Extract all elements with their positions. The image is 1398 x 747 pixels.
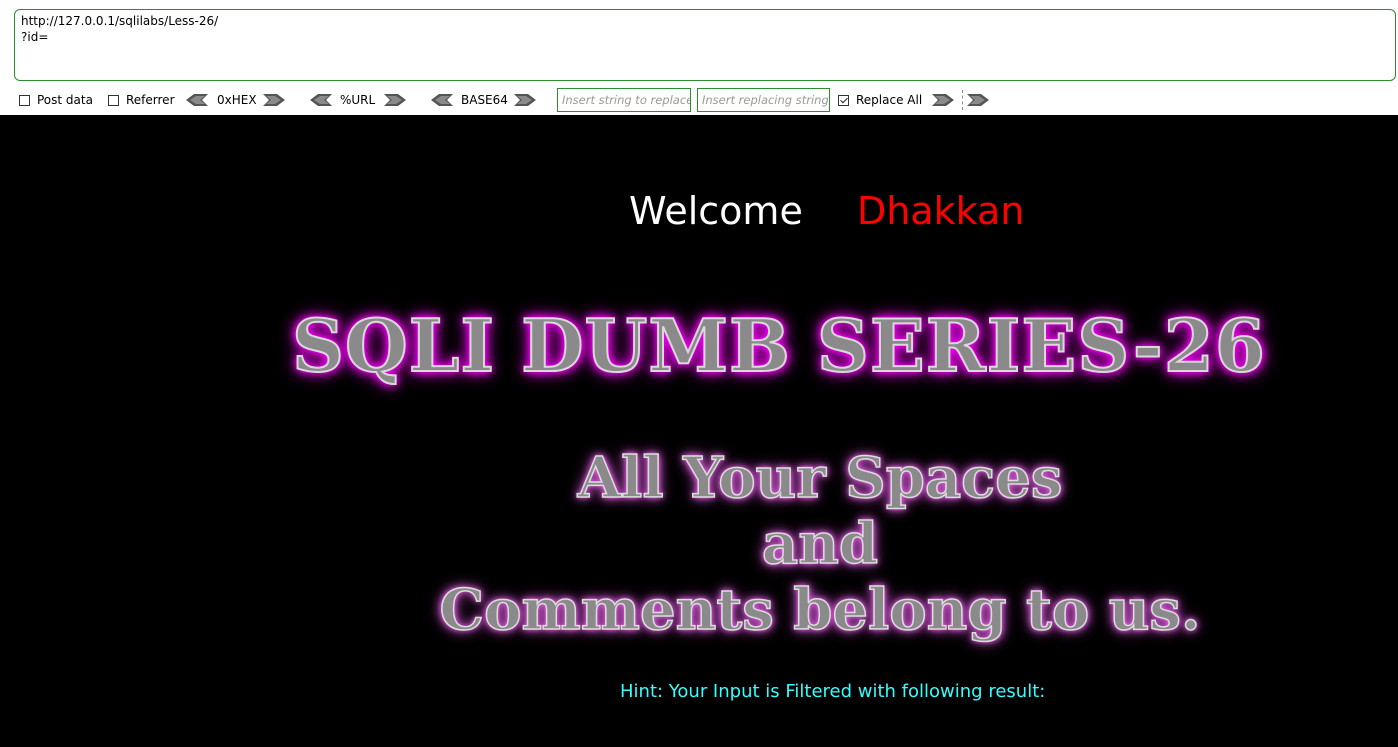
user-name-text: Dhakkan <box>857 189 1025 233</box>
hex-encode-left-arrow-icon[interactable] <box>186 93 208 107</box>
url-textarea[interactable]: http://127.0.0.1/sqlilabs/Less-26/ ?id= <box>14 9 1396 81</box>
replace-all-label: Replace All <box>856 93 923 107</box>
subtitle-block: All Your Spaces and Comments belong to u… <box>0 444 1398 644</box>
hackbar-toolbar: http://127.0.0.1/sqlilabs/Less-26/ ?id= … <box>0 0 1398 115</box>
replace-with-input[interactable]: Insert replacing string <box>697 88 830 112</box>
toolbar-divider <box>962 90 963 110</box>
base64-label: BASE64 <box>461 93 508 107</box>
url-line-1: http://127.0.0.1/sqlilabs/Less-26/ <box>21 14 219 28</box>
replace-all-toggle[interactable]: Replace All <box>838 88 922 112</box>
post-data-toggle[interactable]: Post data <box>19 88 93 112</box>
hint-text: Hint: Your Input is Filtered with follow… <box>620 681 1046 702</box>
options-row: Post data Referrer 0xHEX %URL BASE64 Ins… <box>0 88 1398 112</box>
execute-right-arrow-icon[interactable] <box>967 93 989 107</box>
welcome-text: Welcome <box>629 189 803 233</box>
subtitle-line-2: and <box>761 510 879 578</box>
referrer-checkbox[interactable] <box>108 94 119 106</box>
url-line-2: ?id= <box>21 30 49 44</box>
replace-search-input[interactable]: Insert string to replace <box>557 88 691 112</box>
series-title: SQLI DUMB SERIES-26 <box>291 302 1266 389</box>
url-label: %URL <box>340 93 376 107</box>
replace-right-arrow-icon[interactable] <box>932 93 954 107</box>
url-decode-right-arrow-icon[interactable] <box>384 93 406 107</box>
base64-decode-right-arrow-icon[interactable] <box>514 93 536 107</box>
post-data-checkbox[interactable] <box>19 94 30 106</box>
hex-decode-right-arrow-icon[interactable] <box>263 93 285 107</box>
url-encode-left-arrow-icon[interactable] <box>310 93 332 107</box>
page-content: Welcome Dhakkan SQLI DUMB SERIES-26 All … <box>0 115 1398 747</box>
replace-all-checkbox[interactable] <box>838 94 849 106</box>
subtitle-line-1: All Your Spaces <box>577 444 1063 512</box>
base64-encode-left-arrow-icon[interactable] <box>431 93 453 107</box>
subtitle-line-3: Comments belong to us. <box>439 576 1201 644</box>
hex-label: 0xHEX <box>217 93 257 107</box>
referrer-label: Referrer <box>126 93 175 107</box>
referrer-toggle[interactable]: Referrer <box>108 88 175 112</box>
post-data-label: Post data <box>37 93 93 107</box>
